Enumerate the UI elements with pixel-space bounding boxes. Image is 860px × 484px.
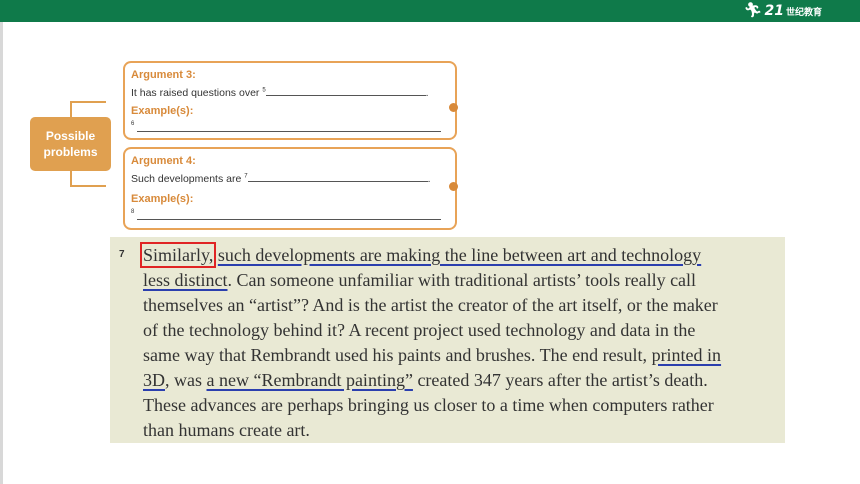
argument-card-4: Argument 4: Such developments are 7. Exa… bbox=[123, 147, 457, 230]
text-span: These advances are perhaps bringing us c… bbox=[143, 395, 714, 415]
underlined-phrase: printed in bbox=[651, 345, 722, 365]
brand-number: 21 bbox=[764, 3, 784, 19]
example-ref: 8 bbox=[131, 209, 135, 215]
brand-name: 世纪教育 bbox=[785, 7, 822, 18]
runner-icon: 🏃︎ bbox=[743, 2, 763, 19]
example-ref: 6 bbox=[131, 121, 135, 127]
card-handle-dot bbox=[449, 182, 458, 191]
text-span: themselves an “artist”? And is the artis… bbox=[143, 295, 718, 315]
possible-problems-label-line1: Possible bbox=[45, 129, 96, 143]
argument-statement: Such developments are 7. bbox=[131, 171, 431, 185]
example-answer-blank[interactable] bbox=[137, 131, 441, 132]
argument-title: Argument 4: bbox=[131, 155, 196, 167]
connector-top-corner bbox=[104, 101, 106, 103]
answer-blank[interactable] bbox=[247, 171, 428, 182]
paragraph-number: 7 bbox=[119, 249, 125, 260]
left-edge-rule bbox=[0, 22, 3, 484]
text-span: same way that Rembrandt used his paints … bbox=[143, 345, 652, 365]
possible-problems-box: Possible problems bbox=[30, 117, 111, 171]
card-handle-dot bbox=[449, 103, 458, 112]
answer-blank[interactable] bbox=[265, 85, 426, 96]
text-span: . Can someone unfamiliar with traditiona… bbox=[227, 270, 697, 290]
connector-top-branch bbox=[70, 101, 106, 103]
brand-logo: 🏃︎ 21 世纪教育 bbox=[743, 2, 822, 20]
underlined-phrase: less distinct bbox=[143, 270, 228, 290]
passage-line: Similarly, such developments are making … bbox=[139, 242, 702, 268]
example-answer-blank[interactable] bbox=[137, 219, 441, 220]
underlined-phrase: a new “Rembrandt painting” bbox=[206, 370, 413, 390]
connector-up bbox=[70, 101, 72, 117]
passage-line: same way that Rembrandt used his paints … bbox=[143, 345, 721, 366]
text-span: created 347 years after the artist’s dea… bbox=[412, 370, 708, 390]
passage-line: These advances are perhaps bringing us c… bbox=[143, 395, 714, 416]
underlined-phrase: 3D bbox=[143, 370, 165, 390]
examples-label: Example(s): bbox=[131, 193, 194, 205]
possible-problems-label-line2: problems bbox=[43, 145, 98, 159]
highlighted-word: Similarly, bbox=[139, 242, 217, 268]
reading-passage: 7 Similarly, such developments are makin… bbox=[110, 237, 785, 443]
passage-line: of the technology behind it? A recent pr… bbox=[143, 320, 695, 341]
passage-line: themselves an “artist”? And is the artis… bbox=[143, 295, 718, 316]
passage-line: less distinct. Can someone unfamiliar wi… bbox=[143, 270, 696, 291]
passage-line: than humans create art. bbox=[143, 420, 310, 441]
examples-label: Example(s): bbox=[131, 105, 194, 117]
argument-title: Argument 3: bbox=[131, 69, 196, 81]
argument-card-3: Argument 3: It has raised questions over… bbox=[123, 61, 457, 140]
connector-bottom-branch bbox=[70, 185, 106, 187]
text-span: of the technology behind it? A recent pr… bbox=[143, 320, 696, 340]
passage-line: 3D, was a new “Rembrandt painting” creat… bbox=[143, 370, 708, 391]
text-span: than humans create art. bbox=[143, 420, 310, 440]
argument-statement: It has raised questions over 5. bbox=[131, 85, 429, 99]
top-banner: 🏃︎ 21 世纪教育 bbox=[0, 0, 860, 22]
text-span: , was bbox=[165, 370, 207, 390]
underlined-phrase: such developments are making the line be… bbox=[217, 245, 702, 265]
